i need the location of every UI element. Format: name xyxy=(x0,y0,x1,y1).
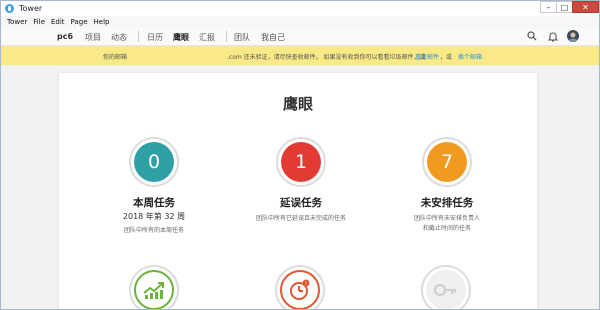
stat-description: 团队中所有的本周任务 xyxy=(123,227,184,234)
stat-label: 延误任务 xyxy=(280,197,322,209)
nav-projects[interactable]: 项目 xyxy=(85,32,101,43)
nav-me[interactable]: 我自己 xyxy=(261,32,285,43)
nav-divider xyxy=(226,31,227,42)
permission-card[interactable] xyxy=(421,265,471,309)
close-button[interactable]: ✕ xyxy=(572,1,599,13)
team-name[interactable]: pc6 xyxy=(57,32,73,41)
nav-divider xyxy=(138,31,139,42)
title-bar: Tower – □ ✕ xyxy=(1,1,599,16)
stat-week-number: 2018 年第 32 周 xyxy=(122,212,186,221)
nav-reports[interactable]: 汇报 xyxy=(199,32,215,43)
stat-description: 团队中所有已延误且未完成的任务 xyxy=(255,215,346,222)
menu-tower[interactable]: Tower xyxy=(7,18,27,26)
maximize-button[interactable]: □ xyxy=(556,1,573,13)
top-nav: pc6 项目 动态 日历 鹰眼 汇报 团队 我自己 xyxy=(1,27,599,46)
menu-bar: Tower File Edit Page Help xyxy=(1,16,599,27)
stat-description: 团队中所有未安排负责人 和截止时间的任务 xyxy=(413,215,480,232)
banner-or: ，或 xyxy=(440,54,453,61)
minimize-button[interactable]: – xyxy=(540,1,557,13)
menu-page[interactable]: Page xyxy=(71,18,88,26)
banner-message: .com 还未验证，请尽快查收邮件。 如果没有收到你可以看看垃圾邮件，或 xyxy=(227,54,426,61)
avatar[interactable] xyxy=(567,30,579,44)
window-controls: – □ ✕ xyxy=(540,1,599,14)
window-title: Tower xyxy=(19,4,43,13)
stat-this-week[interactable]: 0 本周任务 2018 年第 32 周 团队中所有的本周任务 xyxy=(94,137,214,247)
resend-email-link[interactable]: 重发邮件 xyxy=(415,52,439,61)
change-email-link[interactable]: 换个邮箱 xyxy=(458,52,482,61)
trends-card[interactable] xyxy=(129,265,179,309)
page-title: 鹰眼 xyxy=(282,95,313,113)
stat-unscheduled[interactable]: 7 未安排任务 团队中所有未安排负责人 和截止时间的任务 xyxy=(387,137,507,247)
stat-value: 1 xyxy=(281,142,321,182)
eagle-eye-card: 鹰眼 0 本周任务 2018 年第 32 周 团队中所有的本周任务 1 延误任务… xyxy=(58,72,538,309)
stat-circle: 7 xyxy=(422,137,472,187)
clock-icon: ! xyxy=(280,270,320,309)
trend-chart-icon xyxy=(134,270,174,309)
stat-value: 7 xyxy=(427,142,467,182)
verify-email-banner: 你的邮箱 .com 还未验证，请尽快查收邮件。 如果没有收到你可以看看垃圾邮件，… xyxy=(1,46,599,65)
app-window: Tower – □ ✕ Tower File Edit Page Help pc… xyxy=(0,0,600,310)
stat-label: 本周任务 xyxy=(133,197,175,209)
stat-value: 0 xyxy=(134,142,174,182)
stat-overdue[interactable]: 1 延误任务 团队中所有已延误且未完成的任务 xyxy=(241,137,361,247)
nav-activity[interactable]: 动态 xyxy=(111,32,127,43)
banner-prefix: 你的邮箱 xyxy=(103,54,128,61)
nav-eagle-eye[interactable]: 鹰眼 xyxy=(173,32,189,43)
key-icon xyxy=(426,270,466,309)
stat-label: 未安排任务 xyxy=(420,197,474,209)
menu-help[interactable]: Help xyxy=(94,18,110,26)
stat-circle: 1 xyxy=(276,137,326,187)
time-card[interactable]: ! xyxy=(275,265,325,309)
svg-text:!: ! xyxy=(305,281,307,287)
menu-file[interactable]: File xyxy=(33,18,45,26)
app-logo-icon xyxy=(5,4,14,13)
nav-calendar[interactable]: 日历 xyxy=(147,32,163,43)
bell-icon[interactable] xyxy=(547,31,559,44)
stat-circle: 0 xyxy=(129,137,179,187)
search-icon[interactable] xyxy=(527,31,537,43)
nav-team[interactable]: 团队 xyxy=(234,32,250,43)
menu-edit[interactable]: Edit xyxy=(51,18,65,26)
